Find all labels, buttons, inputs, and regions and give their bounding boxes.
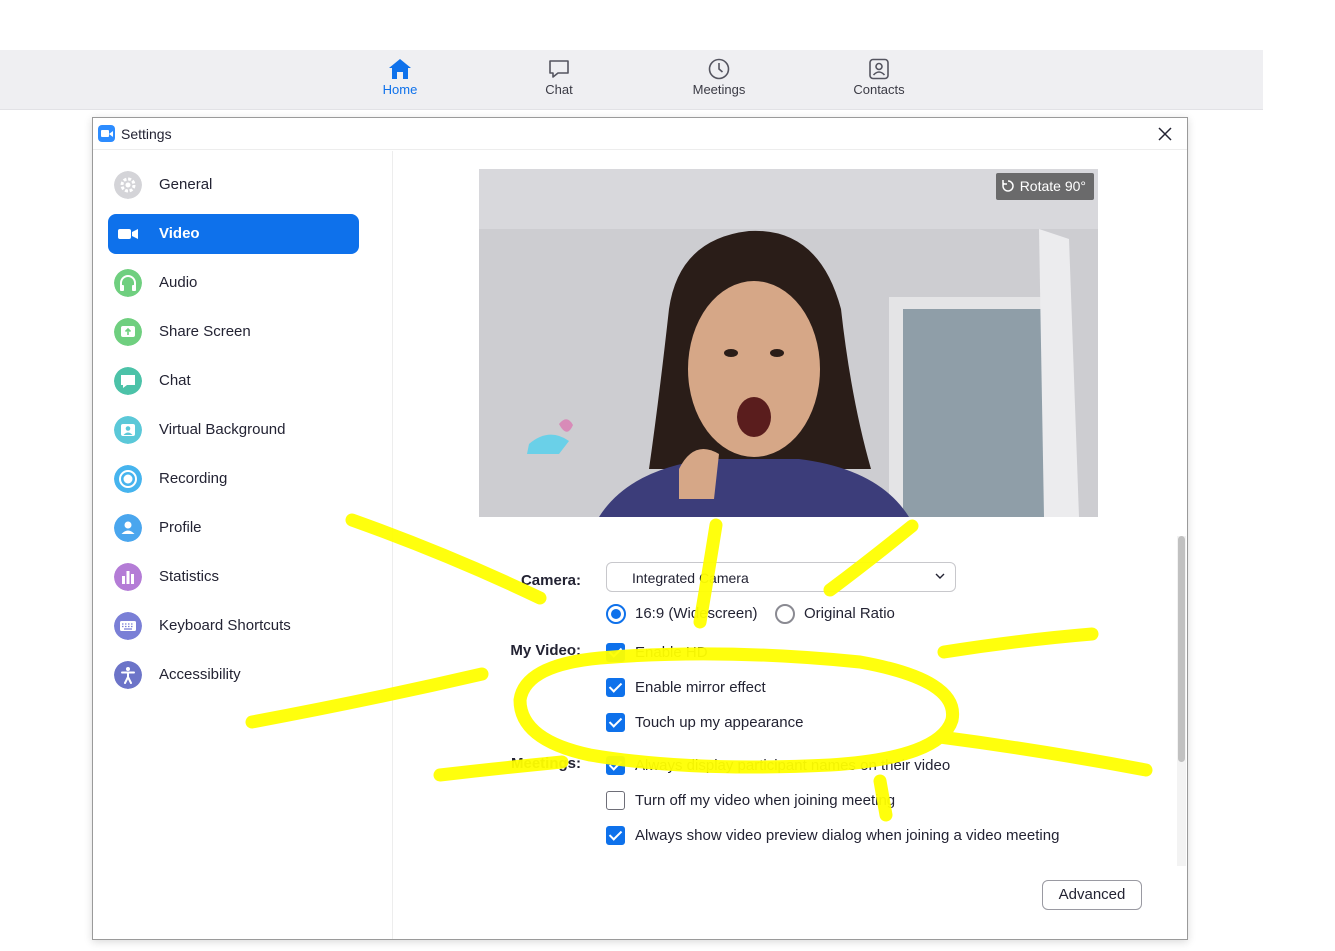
camera-select-value: Integrated Camera: [632, 570, 749, 586]
sidebar-item-label: Share Screen: [159, 323, 251, 340]
sidebar-item-label: Audio: [159, 274, 198, 291]
sidebar-item-profile[interactable]: Profile: [108, 508, 359, 548]
video-camera-icon: [118, 229, 138, 239]
keyboard-icon: [114, 612, 142, 640]
top-navigation-bar: Home Chat Meetings Contacts: [0, 50, 1263, 110]
rotate-icon: [1001, 180, 1014, 192]
profile-icon: [114, 514, 142, 542]
radio-label: Original Ratio: [804, 605, 895, 622]
radio-indicator: [775, 604, 795, 624]
checkbox-label: Turn off my video when joining meeting: [635, 792, 896, 809]
sidebar-item-accessibility[interactable]: Accessibility: [108, 655, 359, 695]
sidebar-item-label: Profile: [159, 519, 202, 536]
sidebar-item-label: Statistics: [159, 568, 220, 585]
scrollbar-thumb[interactable]: [1178, 536, 1185, 762]
checkbox-indicator: [606, 791, 625, 810]
sidebar-item-virtual-background[interactable]: Virtual Background: [108, 410, 359, 450]
virtual-background-icon: [114, 416, 142, 444]
my-video-label: My Video:: [510, 642, 581, 659]
checkbox-label: Enable HD: [635, 644, 708, 661]
checkbox-indicator: [606, 678, 625, 697]
sidebar-item-statistics[interactable]: Statistics: [108, 557, 359, 597]
checkbox-label: Always display participant names on thei…: [635, 757, 951, 774]
nav-contacts-label: Contacts: [853, 82, 905, 97]
chat-bubble-icon: [549, 60, 569, 78]
rotate-button-label: Rotate 90°: [1019, 178, 1086, 194]
window-title: Settings: [121, 126, 172, 142]
title-bar: Settings: [93, 118, 1187, 150]
clock-icon: [708, 58, 730, 80]
bar-chart-icon: [114, 563, 142, 591]
sidebar-item-recording[interactable]: Recording: [108, 459, 359, 499]
sidebar-item-label: General: [159, 176, 213, 193]
sidebar-item-audio[interactable]: Audio: [108, 263, 359, 303]
sidebar-item-label: Chat: [159, 372, 191, 389]
rotate-button[interactable]: Rotate 90°: [995, 173, 1094, 200]
sidebar-item-label: Virtual Background: [159, 421, 286, 438]
accessibility-icon: [114, 661, 142, 689]
home-icon: [389, 59, 411, 79]
share-screen-icon: [114, 318, 142, 346]
sidebar-item-video[interactable]: Video: [108, 214, 359, 254]
contacts-icon: [869, 58, 889, 80]
nav-chat[interactable]: Chat: [514, 56, 604, 106]
checkbox-label: Always show video preview dialog when jo…: [635, 827, 1060, 844]
video-settings-panel: Rotate 90° Camera: Integrated Camera 16:…: [394, 151, 1187, 939]
nav-contacts[interactable]: Contacts: [834, 56, 924, 106]
camera-label: Camera:: [520, 572, 581, 589]
sidebar-item-chat[interactable]: Chat: [108, 361, 359, 401]
nav-meetings-label: Meetings: [692, 82, 746, 97]
camera-preview: Rotate 90°: [479, 169, 1098, 517]
sidebar-item-general[interactable]: General: [108, 165, 359, 205]
checkbox-indicator: [606, 756, 625, 775]
advanced-button[interactable]: Advanced: [1042, 880, 1142, 910]
sidebar-item-keyboard-shortcuts[interactable]: Keyboard Shortcuts: [108, 606, 359, 646]
camera-preview-image: [479, 169, 1098, 517]
gear-icon: [114, 171, 142, 199]
chat-bubble-icon: [114, 367, 142, 395]
checkbox-label: Touch up my appearance: [635, 714, 804, 731]
zoom-app-icon: [98, 125, 115, 142]
radio-label: 16:9 (Widescreen): [635, 605, 758, 622]
radio-indicator: [606, 604, 626, 624]
sidebar-item-label: Video: [159, 225, 200, 242]
meetings-label: Meetings:: [510, 755, 581, 772]
nav-meetings[interactable]: Meetings: [674, 56, 764, 106]
checkbox-indicator: [606, 713, 625, 732]
nav-home[interactable]: Home: [355, 56, 445, 106]
sidebar-item-label: Accessibility: [159, 666, 241, 683]
settings-window: Settings General Video Audio Share Scree…: [92, 117, 1188, 940]
chevron-down-icon: [935, 573, 945, 579]
camera-select[interactable]: Integrated Camera: [606, 562, 956, 592]
nav-home-label: Home: [382, 82, 418, 97]
sidebar-item-label: Recording: [159, 470, 228, 487]
sidebar-item-label: Keyboard Shortcuts: [159, 617, 291, 634]
headphones-icon: [114, 269, 142, 297]
sidebar-item-share-screen[interactable]: Share Screen: [108, 312, 359, 352]
record-icon: [114, 465, 142, 493]
close-icon[interactable]: [1155, 124, 1175, 144]
settings-sidebar: General Video Audio Share Screen Chat Vi…: [93, 151, 393, 939]
checkbox-indicator: [606, 826, 625, 845]
nav-chat-label: Chat: [545, 82, 573, 97]
checkbox-label: Enable mirror effect: [635, 679, 766, 696]
checkbox-indicator: [606, 643, 625, 662]
